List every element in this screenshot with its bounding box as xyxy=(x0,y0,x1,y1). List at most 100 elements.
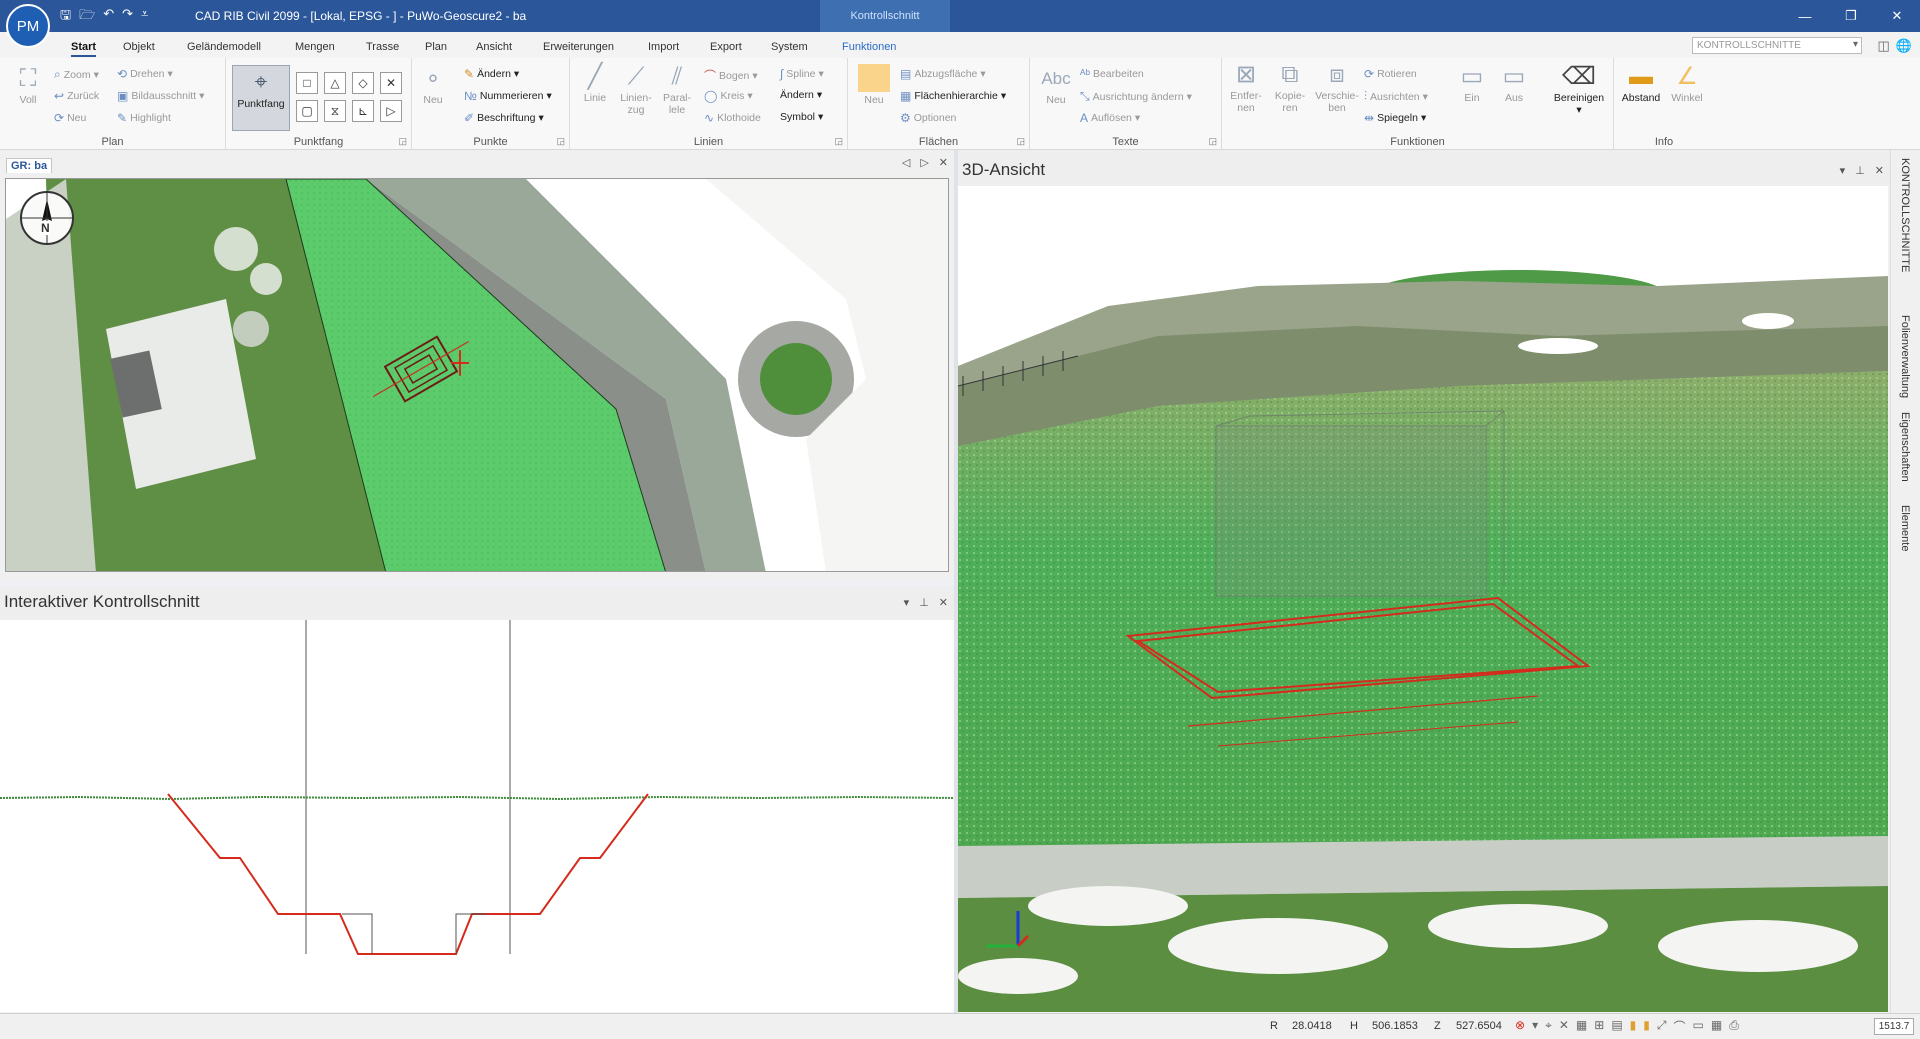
tab-system[interactable]: System xyxy=(771,41,808,53)
curve-toggle-icon[interactable]: ⌒ xyxy=(1674,1018,1686,1035)
voll-button[interactable]: ⛶ Voll xyxy=(8,64,48,106)
snap-perpendicular-button[interactable]: ⊾ xyxy=(352,100,374,122)
cross-snap-icon[interactable]: ✕ xyxy=(1559,1018,1569,1035)
aendern-punkt-button[interactable]: ✎ Ändern ▾ xyxy=(464,67,519,81)
neu-text-button[interactable]: Abc Neu xyxy=(1038,64,1074,106)
dialog-launcher-icon[interactable]: ◲ xyxy=(1208,136,1217,147)
drehen-button[interactable]: ⟲ Drehen ▾ xyxy=(117,67,173,81)
side-tab-eigenschaften[interactable]: Eigenschaften xyxy=(1899,412,1911,482)
side-tab-kontrollschnitte[interactable]: KONTROLLSCHNITTE xyxy=(1899,158,1911,272)
folder-icon[interactable]: ▮ xyxy=(1630,1018,1637,1035)
snap-square-button[interactable]: ▢ xyxy=(296,100,318,122)
beschriftung-button[interactable]: ✐ Beschriftung ▾ xyxy=(464,111,544,125)
neu-flaeche-button[interactable]: ■ Neu xyxy=(856,64,892,106)
globe-icon[interactable]: 🌐 xyxy=(1896,38,1912,54)
tab-objekt[interactable]: Objekt xyxy=(123,41,155,53)
ortho-icon[interactable]: ⊞ xyxy=(1594,1018,1604,1035)
neu-plan-button[interactable]: ⟳ Neu xyxy=(54,111,86,125)
highlight-button[interactable]: ✎ Highlight xyxy=(117,111,171,125)
close-icon[interactable]: ✕ xyxy=(1874,0,1920,32)
layout-icon[interactable]: ◫ xyxy=(1878,38,1890,54)
linie-button[interactable]: ╱ Linie xyxy=(576,62,614,104)
optionen-button[interactable]: ⚙ Optionen xyxy=(900,111,956,125)
restore-icon[interactable]: ❐ xyxy=(1828,0,1874,32)
flaechenhierarchie-button[interactable]: ▦ Flächenhierarchie ▾ xyxy=(900,89,1006,103)
aufloesen-button[interactable]: A Auflösen ▾ xyxy=(1080,111,1140,125)
snap-intersection-button[interactable]: ✕ xyxy=(380,72,402,94)
ausrichten-button[interactable]: ⫶ Ausrichten ▾ xyxy=(1364,89,1428,104)
pin-icon[interactable]: ⊥ xyxy=(1855,164,1865,177)
layers-icon[interactable]: ▤ xyxy=(1611,1018,1622,1035)
text-toggle-icon[interactable]: ▮ xyxy=(1643,1018,1650,1035)
snap-toggle-icon[interactable]: ⌖ xyxy=(1545,1018,1552,1035)
zoom-scale-input[interactable]: 1513.7 xyxy=(1874,1018,1914,1035)
dropdown-icon[interactable]: ▾ xyxy=(904,596,910,609)
rotieren-button[interactable]: ⟳ Rotieren xyxy=(1364,67,1417,81)
tab-mengen[interactable]: Mengen xyxy=(295,41,335,53)
kreis-button[interactable]: ◯ Kreis ▾ xyxy=(704,89,753,103)
close-icon[interactable]: ✕ xyxy=(1875,164,1884,177)
undo-icon[interactable]: ↶ xyxy=(103,6,114,28)
punktfang-button[interactable]: ⌖ Punktfang xyxy=(232,65,290,131)
abzugsflaeche-button[interactable]: ▤ Abzugsfläche ▾ xyxy=(900,67,986,81)
command-search-input[interactable]: KONTROLLSCHNITTE ▾ xyxy=(1692,37,1862,54)
tab-ansicht[interactable]: Ansicht xyxy=(476,41,512,53)
neu-punkt-button[interactable]: ∘ Neu xyxy=(418,64,448,106)
chevron-down-icon[interactable]: ▾ xyxy=(1532,1018,1538,1035)
compass-icon[interactable]: N xyxy=(20,191,74,245)
tab-trasse[interactable]: Trasse xyxy=(366,41,399,53)
context-tab-kontrollschnitt[interactable]: Kontrollschnitt xyxy=(820,0,950,32)
stop-icon[interactable]: ⊗ xyxy=(1515,1018,1525,1035)
plan-view-canvas[interactable]: N xyxy=(5,178,949,572)
wireframe-volume[interactable] xyxy=(1215,410,1505,597)
bearbeiten-button[interactable]: ᴬᵇ Bearbeiten xyxy=(1080,67,1144,81)
tab-start[interactable]: Start xyxy=(71,41,97,57)
grid-icon[interactable]: ▦ xyxy=(1576,1018,1587,1035)
kopieren-button[interactable]: ⧉ Kopie- ren xyxy=(1270,60,1310,114)
chevron-down-icon[interactable]: ▾ xyxy=(1853,39,1858,50)
plan-document-tab[interactable]: GR: ba xyxy=(6,158,53,173)
klothoide-button[interactable]: ∿ Klothoide xyxy=(704,111,761,125)
prev-icon[interactable]: ◁ xyxy=(902,156,910,169)
tab-export[interactable]: Export xyxy=(710,41,742,53)
open-icon[interactable]: 🗁 xyxy=(79,6,95,28)
next-icon[interactable]: ▷ xyxy=(920,156,928,169)
zurueck-button[interactable]: ↩ Zurück xyxy=(54,89,99,103)
avatar[interactable]: PM xyxy=(6,4,50,48)
zoom-button[interactable]: ⌕ Zoom ▾ xyxy=(54,67,99,82)
dialog-launcher-icon[interactable]: ◲ xyxy=(1016,136,1025,147)
tab-funktionen[interactable]: Funktionen xyxy=(842,41,896,53)
snap-hourglass-button[interactable]: ⧖ xyxy=(324,100,346,122)
customize-icon[interactable]: ⩡ xyxy=(141,6,148,28)
display-icon[interactable]: ▭ xyxy=(1693,1018,1704,1035)
parallele-button[interactable]: ⫽ Paral- lele xyxy=(658,62,696,116)
side-tab-folienverwaltung[interactable]: Folienverwaltung xyxy=(1899,315,1911,398)
close-icon[interactable]: ✕ xyxy=(939,596,948,609)
nummerieren-button[interactable]: № Nummerieren ▾ xyxy=(464,89,552,103)
dialog-launcher-icon[interactable]: ◲ xyxy=(398,136,407,147)
verschieben-button[interactable]: ⧈ Verschie- ben xyxy=(1314,60,1360,114)
section-view-canvas[interactable] xyxy=(0,620,954,1012)
tab-gelaendemodell[interactable]: Geländemodell xyxy=(187,41,261,53)
snap-play-button[interactable]: ▷ xyxy=(380,100,402,122)
snap-endpoint-button[interactable]: □ xyxy=(296,72,318,94)
close-icon[interactable]: ✕ xyxy=(939,156,948,169)
line-toggle-icon[interactable]: ⤢ xyxy=(1657,1018,1667,1035)
minimize-icon[interactable]: — xyxy=(1782,0,1828,32)
abstand-button[interactable]: ▬ Abstand xyxy=(1618,62,1664,104)
winkel-button[interactable]: ∠ Winkel xyxy=(1666,62,1708,104)
spiegeln-button[interactable]: ⇹ Spiegeln ▾ xyxy=(1364,111,1426,125)
aendern-linie-button[interactable]: Ändern ▾ xyxy=(780,89,822,101)
print-icon[interactable]: ⎙ xyxy=(1729,1018,1739,1035)
spline-button[interactable]: ∫ Spline ▾ xyxy=(780,67,824,81)
table-icon[interactable]: ▦ xyxy=(1711,1018,1722,1035)
side-tab-elemente[interactable]: Elemente xyxy=(1899,505,1911,551)
snap-diamond-button[interactable]: ◇ xyxy=(352,72,374,94)
tab-import[interactable]: Import xyxy=(648,41,679,53)
bildausschnitt-button[interactable]: ▣ Bildausschnitt ▾ xyxy=(117,89,204,103)
pin-icon[interactable]: ⊥ xyxy=(919,596,929,609)
entfernen-button[interactable]: ⊠ Entfer- nen xyxy=(1226,60,1266,114)
dropdown-icon[interactable]: ▾ xyxy=(1840,164,1846,177)
tab-erweiterungen[interactable]: Erweiterungen xyxy=(543,41,614,53)
linienzug-button[interactable]: ⟋ Linien- zug xyxy=(616,62,656,116)
